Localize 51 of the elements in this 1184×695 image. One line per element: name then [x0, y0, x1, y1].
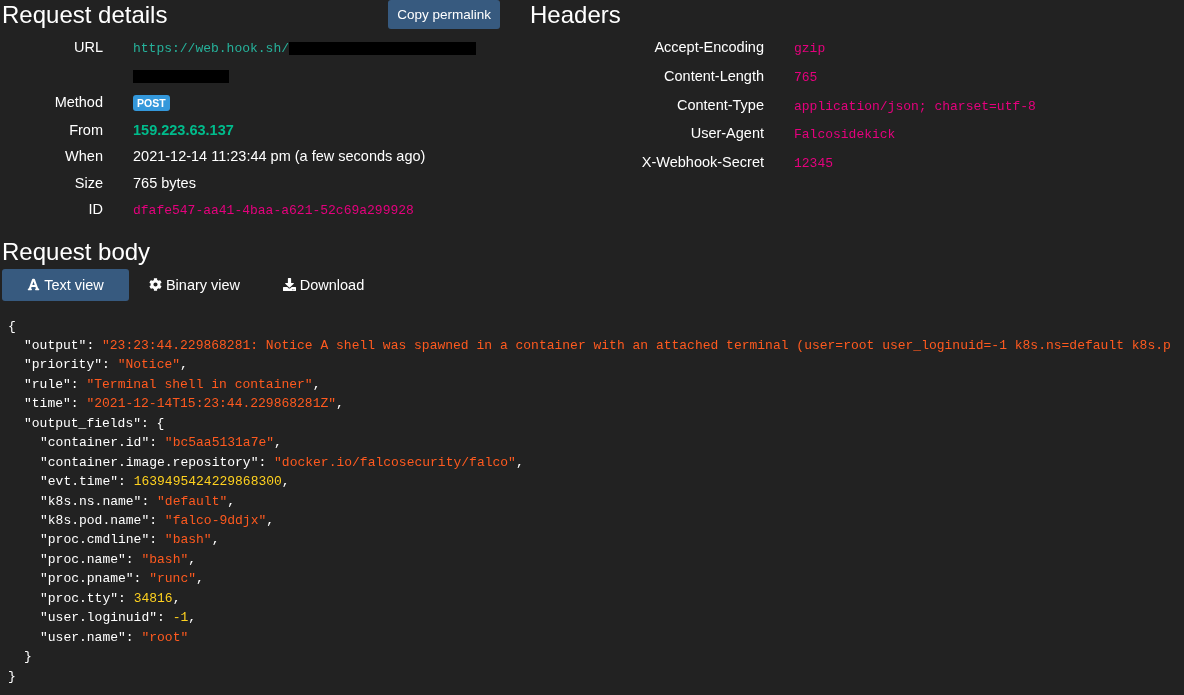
view-tab[interactable]: Text view — [2, 268, 129, 301]
detail-label: From — [68, 120, 103, 140]
code-line: "container.id": "bc5aa5131a7e", — [39, 434, 283, 453]
code-line: "container.image.repository": "docker.io/falcosecurity/falco", — [39, 453, 525, 472]
code-line: } — [23, 648, 33, 667]
header-value: 765 — [794, 69, 818, 85]
section-title: Headers — [529, 0, 621, 29]
code-line: "output_fields": { — [23, 414, 166, 433]
code-line: "proc.name": "bash", — [39, 550, 198, 569]
header-value: gzip — [794, 41, 826, 56]
section-title: Request details — [1, 0, 168, 29]
detail-label: ID — [87, 200, 103, 219]
header-name: X-Webhook-Secret — [640, 153, 764, 173]
header-name: Content-Length — [663, 66, 764, 86]
detail-label: Method — [53, 93, 103, 112]
letter-a-icon — [27, 278, 41, 291]
code-line: "proc.tty": 34816, — [39, 589, 182, 608]
code-line: "rule": "Terminal shell in container", — [23, 375, 322, 394]
download-icon — [282, 278, 296, 291]
code-line: { — [8, 317, 17, 336]
detail-value: 2021-12-14 11:23:44 pm (a few seconds ago) — [133, 148, 426, 164]
ip-address: 159.223.63.137 — [133, 121, 234, 138]
code-line: "output": "23:23:44.229868281: Notice A shell was spawned in a container with an attached terminal (user=root user_loginuid=-1 k8s.ns=default k8s.p — [23, 336, 1172, 355]
gear-icon — [148, 278, 162, 291]
copy-permalink-button[interactable]: Copy permalink — [388, 0, 500, 29]
section-title: Request body — [1, 236, 152, 266]
detail-label: Size — [73, 173, 103, 193]
detail-label: When — [64, 147, 103, 166]
header-name: Accept-Encoding — [653, 38, 764, 57]
header-value: Falcosidekick — [794, 127, 896, 143]
method-badge: POST — [133, 95, 170, 111]
code-line: "proc.cmdline": "bash", — [39, 531, 221, 550]
code-line: "time": "2021-12-14T15:23:44.229868281Z", — [23, 395, 345, 414]
code-line: } — [8, 667, 17, 686]
code-line: "evt.time": 1639495424229868300, — [39, 473, 291, 492]
header-name: Content-Type — [675, 95, 764, 115]
code-line: "user.loginuid": -1, — [39, 609, 198, 628]
request-id: dfafe547-aa41-4baa-a621-52c69a299928 — [133, 203, 414, 218]
view-tab[interactable]: Binary view — [131, 268, 258, 301]
code-line: "proc.pname": "runc", — [39, 570, 205, 589]
view-tab[interactable]: Download — [260, 268, 387, 301]
code-line: "k8s.pod.name": "falco-9ddjx", — [39, 512, 276, 531]
detail-label: URL — [73, 38, 103, 57]
header-name: User-Agent — [689, 124, 764, 144]
code-line: "k8s.ns.name": "default", — [39, 492, 237, 511]
code-line: "user.name": "root" — [39, 628, 190, 647]
code-line: "priority": "Notice", — [23, 356, 189, 375]
header-value: 12345 — [794, 156, 833, 172]
url-link[interactable]: https://web.hook.sh/ — [133, 41, 290, 56]
detail-value: 765 bytes — [133, 174, 196, 191]
header-value: application/json; charset=utf-8 — [794, 98, 1036, 114]
